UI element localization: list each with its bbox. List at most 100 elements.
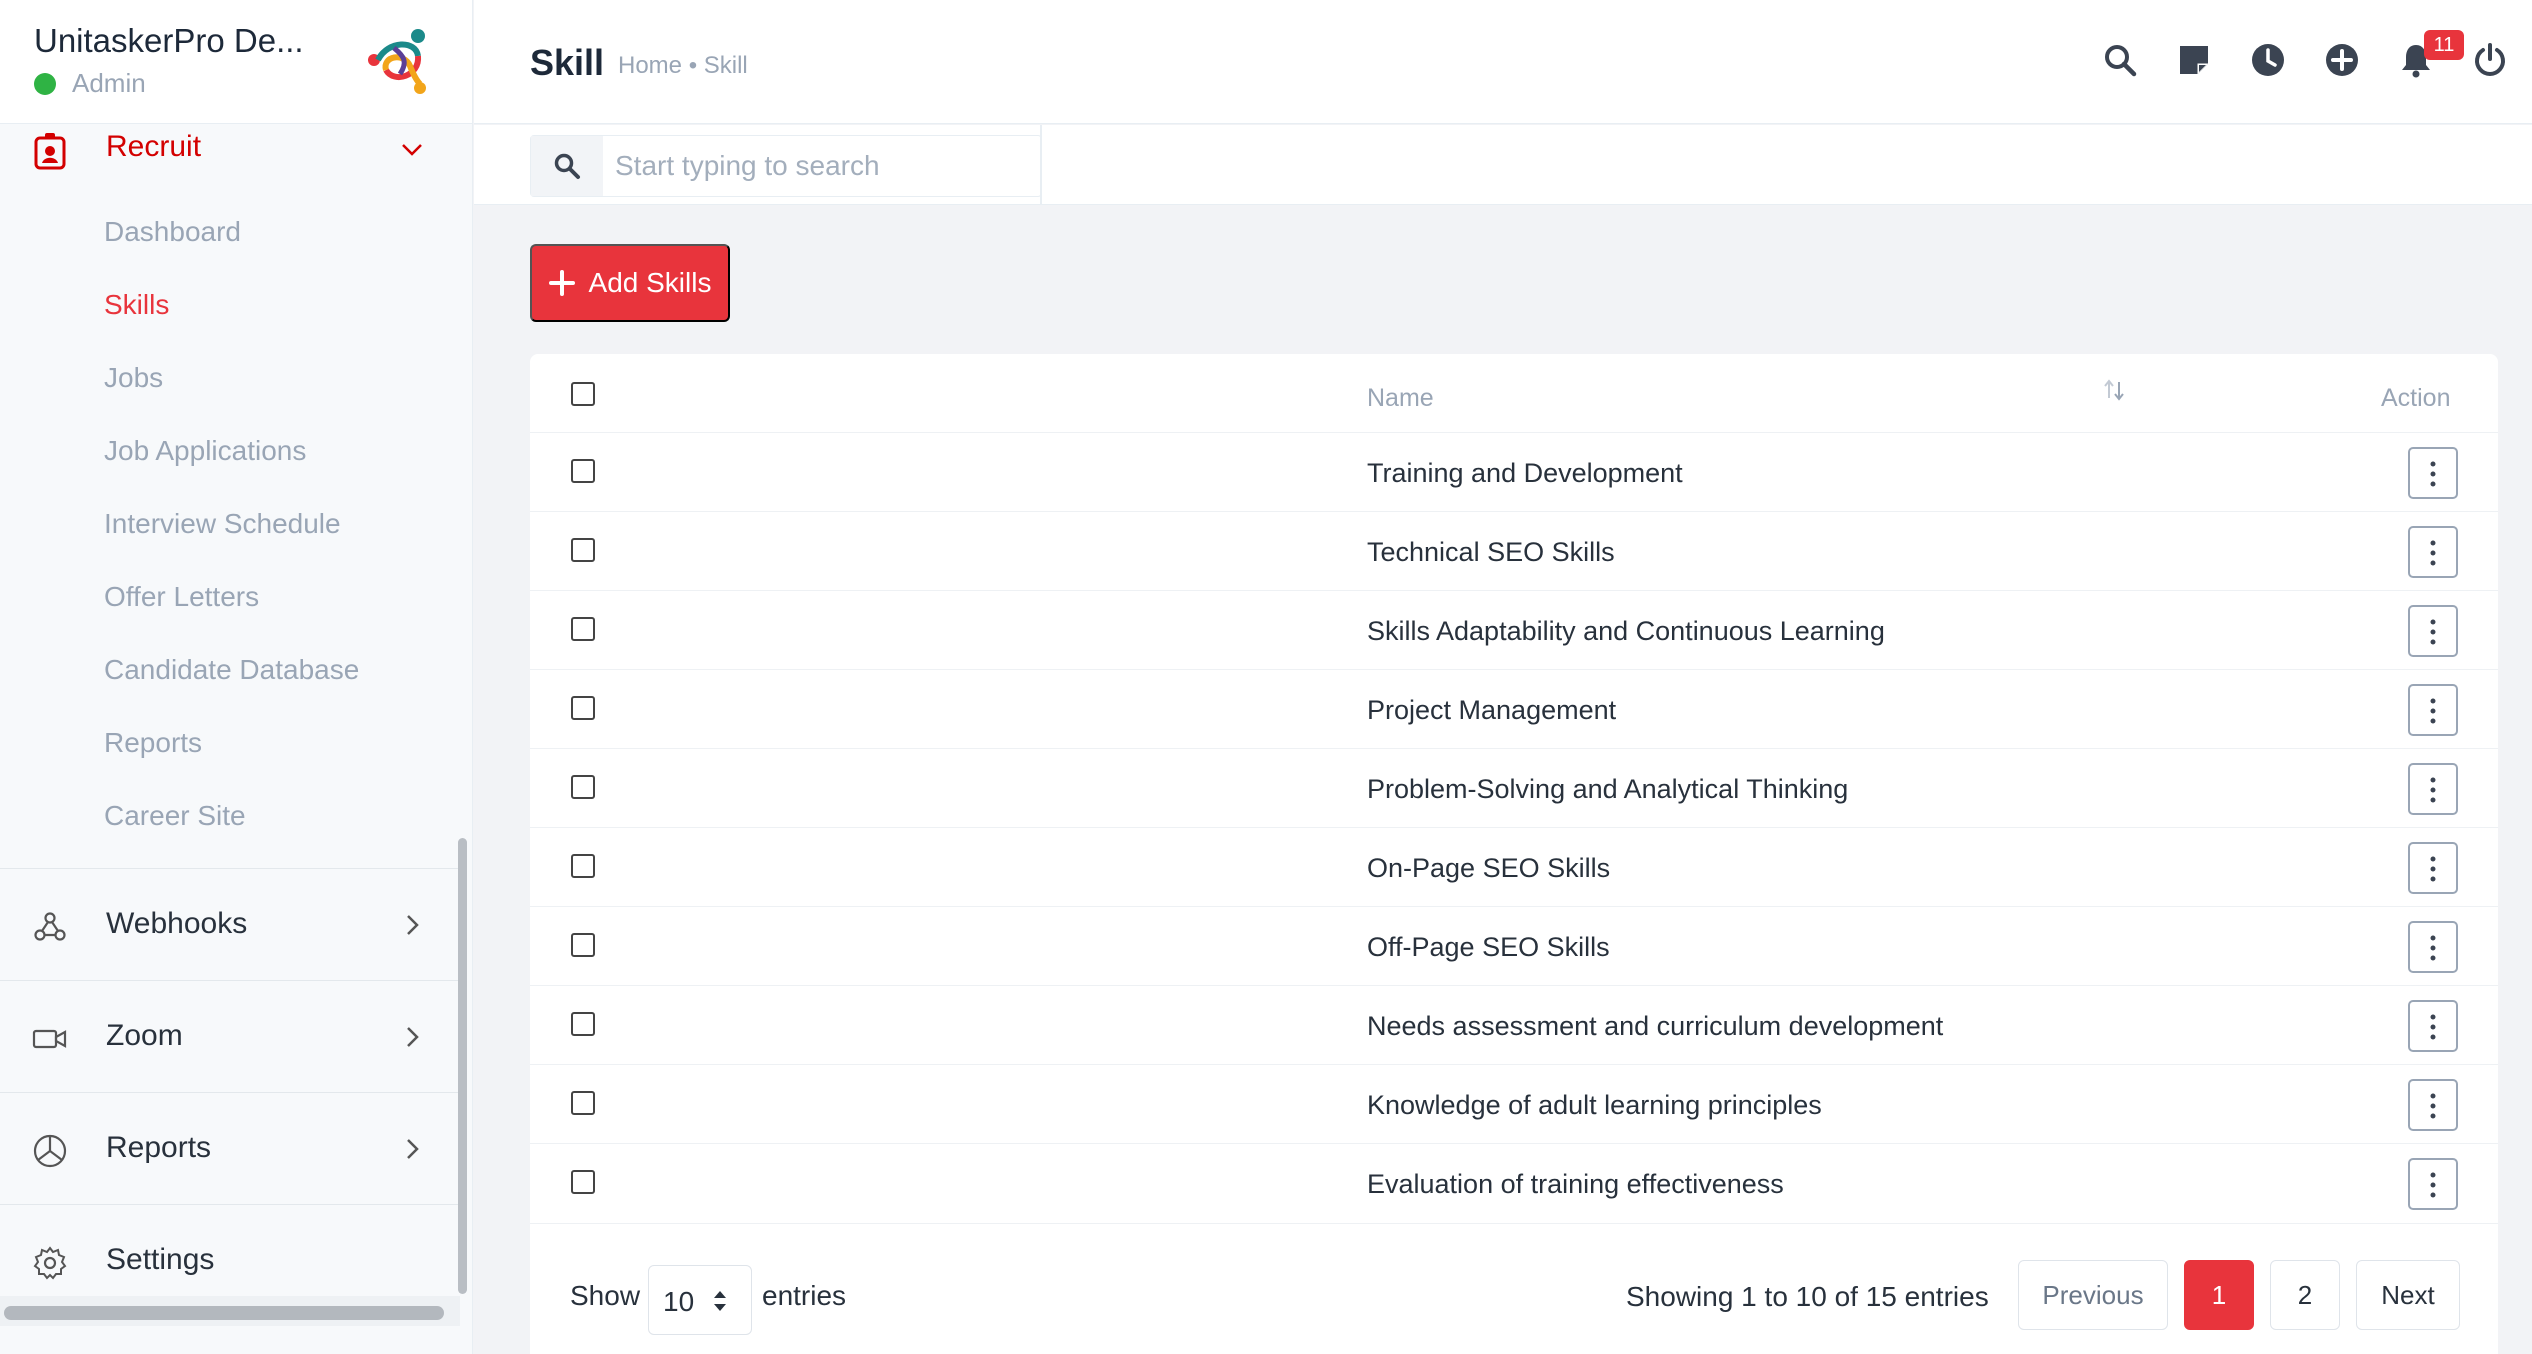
page-2-button[interactable]: 2 [2270, 1260, 2340, 1330]
row-actions-button[interactable] [2408, 526, 2458, 578]
skill-name: Project Management [1367, 695, 1617, 725]
search-divider [1040, 125, 1042, 205]
row-actions-button[interactable] [2408, 763, 2458, 815]
power-icon[interactable] [2472, 42, 2508, 78]
sidebar-item-label: Zoom [106, 1019, 183, 1052]
page-1-button[interactable]: 1 [2184, 1260, 2254, 1330]
row-checkbox[interactable] [571, 617, 595, 641]
sidebar-item-label: Settings [106, 1243, 215, 1276]
row-checkbox[interactable] [571, 1012, 595, 1036]
table-row: Technical SEO Skills [530, 511, 2498, 590]
submenu-item-interview-schedule[interactable]: Interview Schedule [104, 508, 341, 540]
sticky-note-icon[interactable] [2176, 42, 2212, 78]
submenu-item-jobs[interactable]: Jobs [104, 362, 163, 394]
company-logo[interactable] [364, 26, 436, 98]
row-checkbox[interactable] [571, 1091, 595, 1115]
row-actions-button[interactable] [2408, 684, 2458, 736]
sidebar-item-label: Recruit [106, 130, 202, 163]
row-actions-button[interactable] [2408, 605, 2458, 657]
clock-icon[interactable] [2250, 42, 2286, 78]
table-row: Evaluation of training effectiveness [530, 1143, 2498, 1222]
chevron-right-icon [398, 1135, 426, 1163]
row-checkbox[interactable] [571, 538, 595, 562]
sort-arrows-icon [714, 1291, 726, 1311]
skill-name: On-Page SEO Skills [1367, 853, 1611, 883]
table-row: Project Management [530, 669, 2498, 748]
row-checkbox[interactable] [571, 1170, 595, 1194]
skill-name: Technical SEO Skills [1367, 537, 1615, 567]
more-vertical-icon [2430, 856, 2436, 882]
row-checkbox[interactable] [571, 696, 595, 720]
submenu-item-career-site[interactable]: Career Site [104, 800, 246, 832]
row-actions-button[interactable] [2408, 1158, 2458, 1210]
plus-circle-icon[interactable] [2324, 42, 2360, 78]
search-bar [474, 125, 2532, 205]
sidebar-vertical-scrollbar[interactable] [458, 838, 467, 1294]
notification-count-badge: 11 [2424, 30, 2464, 60]
more-vertical-icon [2430, 540, 2436, 566]
more-vertical-icon [2430, 777, 2436, 803]
column-header-name[interactable]: Name [1367, 384, 1434, 413]
table-row: Off-Page SEO Skills [530, 906, 2498, 985]
submenu-item-skills[interactable]: Skills [104, 289, 169, 321]
sidebar-item-label: Reports [106, 1131, 212, 1164]
sort-icon[interactable] [2100, 376, 2128, 404]
row-actions-button[interactable] [2408, 1000, 2458, 1052]
submenu-item-candidate-database[interactable]: Candidate Database [104, 654, 359, 686]
add-skills-button[interactable]: Add Skills [530, 244, 730, 322]
plus-icon [548, 270, 575, 296]
row-checkbox[interactable] [571, 854, 595, 878]
row-actions-button[interactable] [2408, 447, 2458, 499]
table-row: Training and Development [530, 432, 2498, 511]
sidebar-item-zoom[interactable]: Zoom [0, 980, 460, 1092]
breadcrumb[interactable]: Home • Skill [618, 52, 748, 80]
search-addon [531, 136, 603, 196]
show-label: Show [570, 1280, 641, 1311]
online-status-dot [34, 72, 56, 95]
sidebar-item-recruit[interactable]: Recruit [0, 124, 460, 196]
search-icon[interactable] [2102, 42, 2138, 78]
more-vertical-icon [2430, 461, 2436, 487]
webhooks-icon [32, 909, 68, 945]
page-title: Skill [530, 42, 605, 83]
skill-name: Needs assessment and curriculum developm… [1367, 1011, 1944, 1041]
row-actions-button[interactable] [2408, 1079, 2458, 1131]
page-length-value: 10 [663, 1286, 695, 1317]
previous-page-button[interactable]: Previous [2018, 1260, 2168, 1330]
sidebar: UnitaskerPro De... Admin Recruit Dashboa… [0, 0, 473, 1354]
table-row: Needs assessment and curriculum developm… [530, 985, 2498, 1064]
search-input[interactable] [615, 148, 1025, 184]
table-row: Problem-Solving and Analytical Thinking [530, 748, 2498, 827]
sidebar-item-reports[interactable]: Reports [0, 1092, 460, 1204]
row-checkbox[interactable] [571, 459, 595, 483]
submenu-item-offer-letters[interactable]: Offer Letters [104, 581, 259, 613]
skill-name: Off-Page SEO Skills [1367, 932, 1610, 962]
row-checkbox[interactable] [571, 775, 595, 799]
row-actions-button[interactable] [2408, 921, 2458, 973]
chevron-down-icon [398, 136, 426, 164]
more-vertical-icon [2430, 1093, 2436, 1119]
skill-name: Training and Development [1367, 458, 1683, 488]
sidebar-item-webhooks[interactable]: Webhooks [0, 868, 460, 980]
more-vertical-icon [2430, 619, 2436, 645]
select-all-checkbox[interactable] [571, 382, 595, 406]
search-box [530, 135, 1042, 197]
page-length-select[interactable]: 10 [648, 1265, 752, 1335]
skill-name: Evaluation of training effectiveness [1367, 1169, 1784, 1199]
submenu-item-job-applications[interactable]: Job Applications [104, 435, 306, 467]
submenu-item-reports[interactable]: Reports [104, 727, 202, 759]
skill-name: Skills Adaptability and Continuous Learn… [1367, 616, 1885, 646]
chevron-right-icon [398, 1023, 426, 1051]
pagination-info: Showing 1 to 10 of 15 entries [1626, 1281, 1989, 1312]
more-vertical-icon [2430, 1172, 2436, 1198]
row-actions-button[interactable] [2408, 842, 2458, 894]
chevron-right-icon [398, 911, 426, 939]
company-name[interactable]: UnitaskerPro De... [34, 22, 304, 60]
next-page-button[interactable]: Next [2356, 1260, 2460, 1330]
sidebar-horizontal-scrollbar[interactable] [4, 1306, 444, 1320]
row-checkbox[interactable] [571, 933, 595, 957]
submenu-item-dashboard[interactable]: Dashboard [104, 216, 241, 248]
skills-table-card: Name Action Training and Development Tec… [530, 354, 2498, 1354]
column-header-action: Action [2381, 384, 2451, 412]
add-skills-label: Add Skills [588, 267, 712, 298]
